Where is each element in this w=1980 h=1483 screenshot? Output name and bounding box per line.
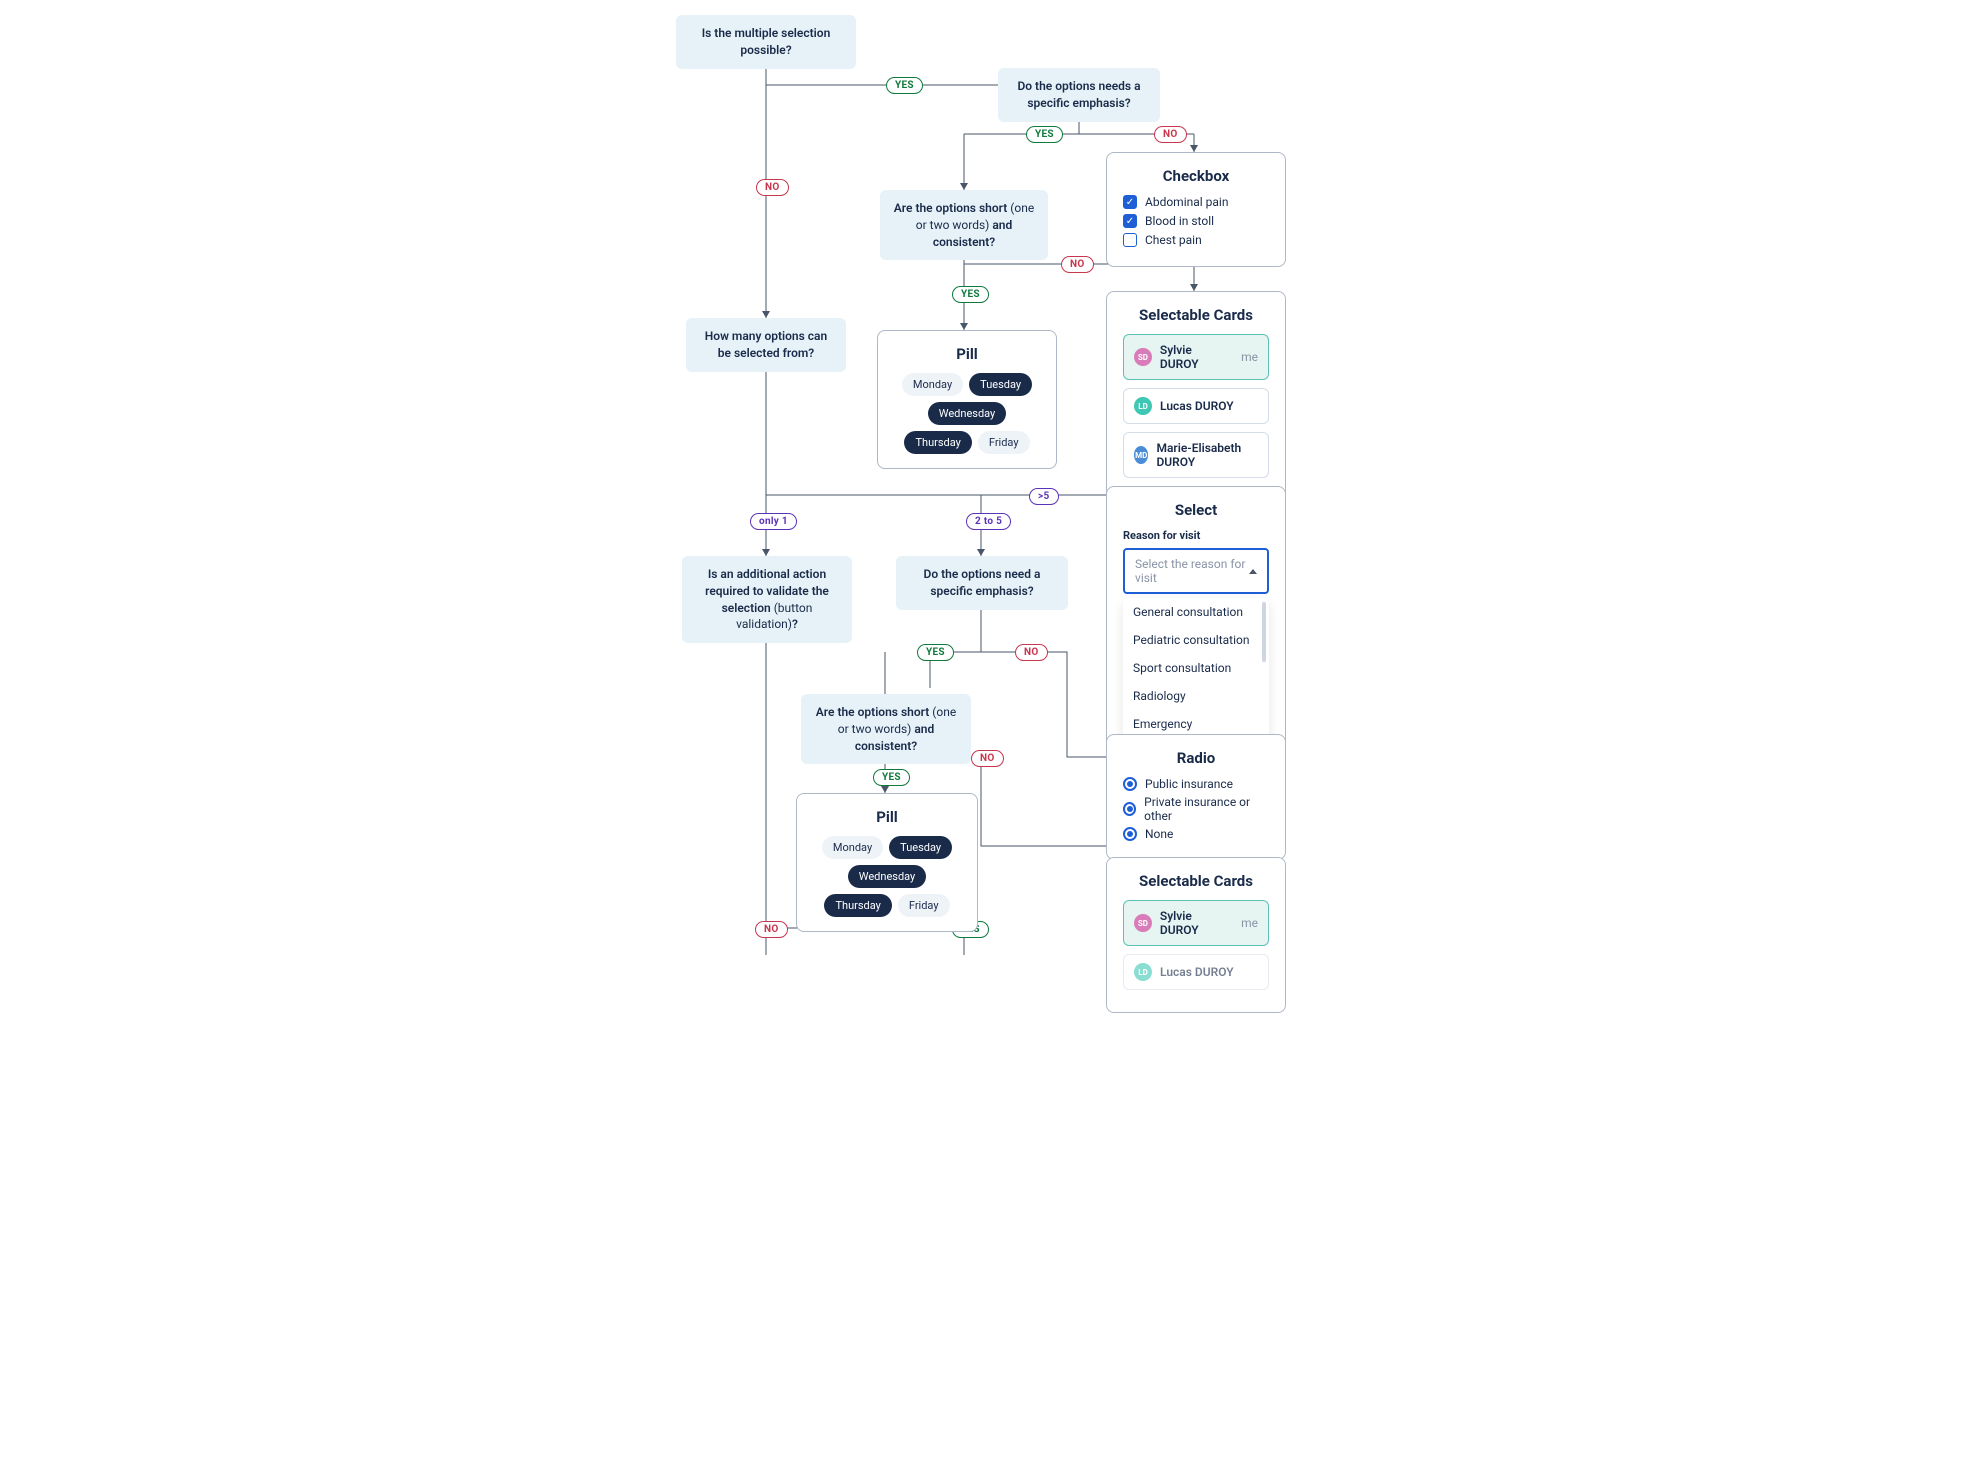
avatar-icon: MD (1134, 446, 1148, 464)
selectable-card[interactable]: LD Lucas DUROY (1123, 954, 1269, 990)
badge-no: NO (971, 750, 1004, 767)
badge-2to5: 2 to 5 (966, 513, 1011, 530)
badge-yes: YES (917, 644, 954, 661)
question-how-many-options: How many options can be selected from? (686, 318, 846, 372)
panel-title: Selectable Cards (1123, 306, 1269, 324)
panel-checkbox: Checkbox ✓ Abdominal pain ✓ Blood in sto… (1106, 152, 1286, 267)
avatar-icon: SD (1134, 348, 1152, 366)
pill[interactable]: Wednesday (928, 402, 1007, 425)
panel-selectable-cards-2: Selectable Cards SD Sylvie DUROY me LD L… (1106, 857, 1286, 1013)
panel-title: Radio (1123, 749, 1269, 767)
avatar-icon: LD (1134, 397, 1152, 415)
select-option[interactable]: Pediatric consultation (1123, 626, 1269, 654)
question-additional-action: Is an additional action required to vali… (682, 556, 852, 643)
panel-selectable-cards: Selectable Cards SD Sylvie DUROY me LD L… (1106, 291, 1286, 501)
pill[interactable]: Monday (822, 836, 883, 859)
checkbox-icon (1123, 233, 1137, 247)
selectable-card[interactable]: SD Sylvie DUROY me (1123, 900, 1269, 946)
pill[interactable]: Monday (902, 373, 963, 396)
panel-title: Pill (813, 808, 961, 826)
radio-icon (1123, 777, 1137, 791)
selectable-card[interactable]: SD Sylvie DUROY me (1123, 334, 1269, 380)
pill[interactable]: Thursday (904, 431, 971, 454)
question-emphasis-multi: Do the options needs a specific emphasis… (998, 68, 1160, 122)
checkbox-row[interactable]: Chest pain (1123, 233, 1269, 247)
flowchart-edges (350, 0, 1630, 960)
selectable-card[interactable]: MD Marie-Elisabeth DUROY (1123, 432, 1269, 478)
pill[interactable]: Thursday (824, 894, 891, 917)
badge-yes: YES (1026, 126, 1063, 143)
panel-title: Pill (894, 345, 1040, 363)
badge-no: NO (756, 179, 789, 196)
pill[interactable]: Friday (978, 431, 1030, 454)
selectable-card[interactable]: LD Lucas DUROY (1123, 388, 1269, 424)
pill[interactable]: Wednesday (848, 865, 927, 888)
badge-no: NO (1154, 126, 1187, 143)
checkbox-row[interactable]: ✓ Blood in stoll (1123, 214, 1269, 228)
badge-no: NO (755, 921, 788, 938)
checkbox-icon: ✓ (1123, 195, 1137, 209)
avatar-icon: LD (1134, 963, 1152, 981)
badge-yes: YES (886, 77, 923, 94)
radio-option[interactable]: Public insurance (1123, 777, 1269, 791)
badge-yes: YES (952, 286, 989, 303)
chevron-up-icon (1249, 569, 1257, 574)
select-placeholder: Select the reason for visit (1135, 557, 1249, 585)
panel-pill-single: Pill Monday Tuesday Wednesday Thursday F… (796, 793, 978, 932)
pill[interactable]: Tuesday (889, 836, 952, 859)
panel-pill-multi: Pill Monday Tuesday Wednesday Thursday F… (877, 330, 1057, 469)
badge-only1: only 1 (750, 513, 797, 530)
avatar-icon: SD (1134, 914, 1152, 932)
question-multiple-selection: Is the multiple selection possible? (676, 15, 856, 69)
badge-no: NO (1061, 256, 1094, 273)
radio-option[interactable]: Private insurance or other (1123, 795, 1269, 823)
pill[interactable]: Tuesday (969, 373, 1032, 396)
panel-title: Select (1123, 501, 1269, 519)
checkbox-row[interactable]: ✓ Abdominal pain (1123, 195, 1269, 209)
select-option[interactable]: General consultation (1123, 598, 1269, 626)
scrollbar[interactable] (1262, 602, 1266, 662)
panel-radio: Radio Public insurance Private insurance… (1106, 734, 1286, 860)
radio-option[interactable]: None (1123, 827, 1269, 841)
badge-no: NO (1015, 644, 1048, 661)
radio-icon (1123, 827, 1137, 841)
badge-yes: YES (873, 769, 910, 786)
badge-gt5: >5 (1029, 488, 1059, 505)
panel-title: Selectable Cards (1123, 872, 1269, 890)
radio-icon (1123, 802, 1136, 816)
panel-select: Select Reason for visit Select the reaso… (1106, 486, 1286, 753)
select-dropdown: General consultation Pediatric consultat… (1123, 598, 1269, 738)
panel-title: Checkbox (1123, 167, 1269, 185)
pill[interactable]: Friday (898, 894, 950, 917)
select-field-label: Reason for visit (1123, 529, 1269, 542)
question-emphasis-single: Do the options need a specific emphasis? (896, 556, 1068, 610)
question-short-options-multi: Are the options short (one or two words)… (880, 190, 1048, 260)
select-option[interactable]: Sport consultation (1123, 654, 1269, 682)
select-option[interactable]: Radiology (1123, 682, 1269, 710)
question-short-options-single: Are the options short (one or two words)… (801, 694, 971, 764)
checkbox-icon: ✓ (1123, 214, 1137, 228)
select-input[interactable]: Select the reason for visit (1123, 548, 1269, 594)
